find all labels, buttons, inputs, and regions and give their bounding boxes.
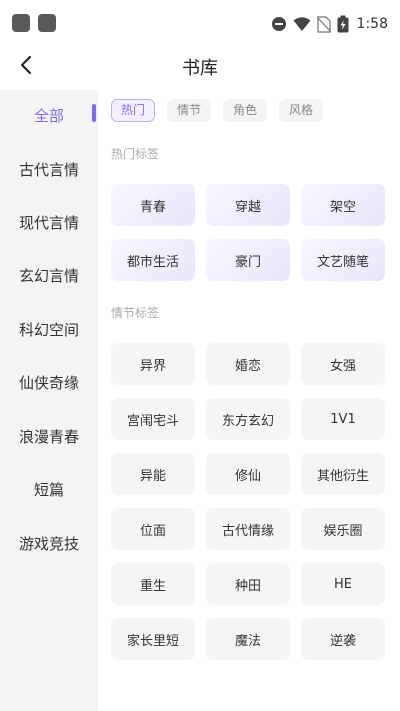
tab-plot[interactable]: 情节 [167,99,212,122]
tab-style[interactable]: 风格 [279,99,324,122]
plot-tag-chip[interactable]: 异能 [111,453,195,495]
hot-tag-chip[interactable]: 都市生活 [111,239,195,281]
sidebar-item-short-stories[interactable]: 短篇 [0,470,98,510]
wifi-icon [293,17,311,31]
sidebar-item-xianxia[interactable]: 仙侠奇缘 [0,363,98,403]
plot-tag-chip[interactable]: 逆袭 [301,618,385,660]
no-sim-icon [316,15,331,33]
hot-tag-chip[interactable]: 架空 [301,184,385,226]
hot-tag-chip[interactable]: 穿越 [206,184,290,226]
plot-tag-chip[interactable]: 重生 [111,563,195,605]
sidebar-item-ancient-romance[interactable]: 古代言情 [0,150,98,190]
hot-tag-grid: 青春 穿越 架空 都市生活 豪门 文艺随笔 [111,184,385,281]
tag-tabs: 热门 情节 角色 风格 [111,99,324,122]
app-square-icon [38,14,56,32]
status-time: 1:58 [356,16,388,32]
plot-section-title: 情节标签 [111,306,160,320]
battery-charging-icon [337,15,349,33]
do-not-disturb-icon [271,17,286,31]
sidebar-item-fantasy-romance[interactable]: 玄幻言情 [0,256,98,296]
plot-tag-chip[interactable]: HE [301,563,385,605]
active-indicator [92,104,96,122]
app-square-icon [12,14,30,32]
hot-section-title: 热门标签 [111,147,160,161]
sidebar-item-all[interactable]: 全部 [0,96,98,136]
header: 书库 [0,44,400,88]
plot-tag-chip[interactable]: 异界 [111,343,195,385]
sidebar-item-youth-romance[interactable]: 浪漫青春 [0,417,98,457]
page-title: 书库 [182,58,218,79]
plot-tag-chip[interactable]: 位面 [111,508,195,550]
hot-tag-chip[interactable]: 文艺随笔 [301,239,385,281]
sidebar-item-gaming[interactable]: 游戏竞技 [0,524,98,564]
plot-tag-chip[interactable]: 种田 [206,563,290,605]
plot-tag-chip[interactable]: 1V1 [301,398,385,440]
sidebar: 全部 古代言情 现代言情 玄幻言情 科幻空间 仙侠奇缘 浪漫青春 短篇 游戏竞技 [0,90,98,711]
plot-tag-chip[interactable]: 婚恋 [206,343,290,385]
plot-tag-chip[interactable]: 其他衍生 [301,453,385,495]
status-bar: 1:58 [0,0,400,48]
tag-content: 热门 情节 角色 风格 热门标签 青春 穿越 架空 都市生活 豪门 文艺随笔 情… [98,88,400,711]
plot-tag-chip[interactable]: 家长里短 [111,618,195,660]
plot-tag-chip[interactable]: 魔法 [206,618,290,660]
plot-tag-grid: 异界 婚恋 女强 宫闱宅斗 东方玄幻 1V1 异能 修仙 其他衍生 位面 古代情… [111,343,385,660]
sidebar-item-scifi-space[interactable]: 科幻空间 [0,310,98,350]
tab-character[interactable]: 角色 [223,99,268,122]
plot-tag-chip[interactable]: 古代情缘 [206,508,290,550]
sidebar-item-modern-romance[interactable]: 现代言情 [0,203,98,243]
plot-tag-chip[interactable]: 修仙 [206,453,290,495]
plot-tag-chip[interactable]: 娱乐圈 [301,508,385,550]
plot-tag-chip[interactable]: 宫闱宅斗 [111,398,195,440]
plot-tag-chip[interactable]: 女强 [301,343,385,385]
plot-tag-chip[interactable]: 东方玄幻 [206,398,290,440]
hot-tag-chip[interactable]: 青春 [111,184,195,226]
tab-hot[interactable]: 热门 [111,99,156,122]
hot-tag-chip[interactable]: 豪门 [206,239,290,281]
